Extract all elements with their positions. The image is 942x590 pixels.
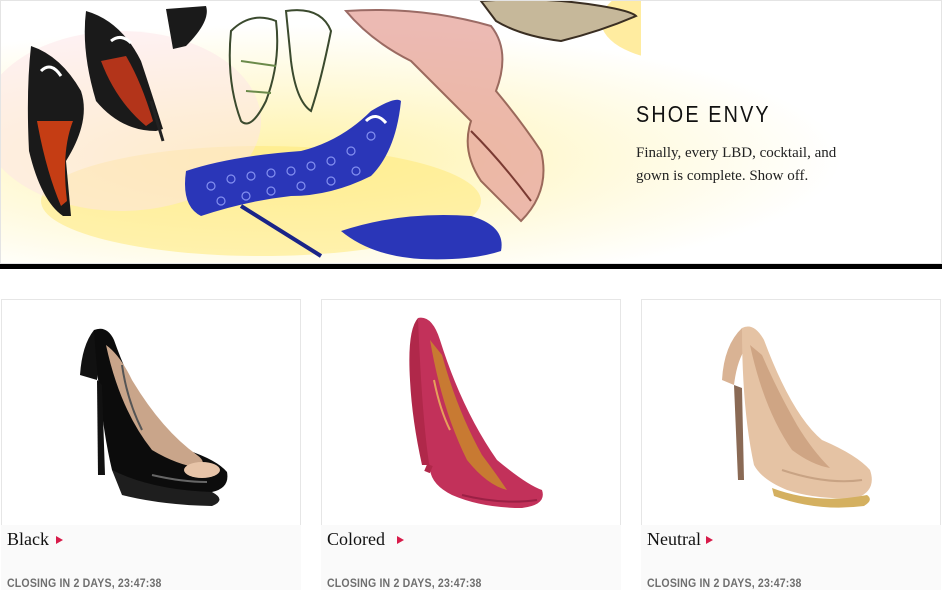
arrow-right-icon[interactable] — [397, 535, 404, 544]
shoe-illustration-image — [1, 1, 641, 260]
product-label-text[interactable]: Black — [7, 529, 49, 550]
hero-text-block: SHOE ENVY Finally, every LBD, cocktail, … — [636, 101, 916, 188]
product-label-neutral[interactable]: Neutral — [647, 529, 713, 550]
closing-countdown: CLOSING IN 2 DAYS, 23:47:38 — [647, 576, 802, 590]
product-image-black[interactable] — [1, 299, 301, 525]
product-card-colored[interactable]: Colored CLOSING IN 2 DAYS, 23:47:38 — [321, 299, 621, 590]
nude-platform-pump-image — [722, 326, 872, 508]
product-label-text[interactable]: Colored — [327, 529, 385, 550]
product-image-colored[interactable] — [321, 299, 621, 525]
hero-banner[interactable]: SHOE ENVY Finally, every LBD, cocktail, … — [0, 0, 942, 264]
product-card-neutral[interactable]: Neutral CLOSING IN 2 DAYS, 23:47:38 — [641, 299, 941, 590]
hero-tagline-line-2: gown is complete. Show off. — [636, 168, 809, 184]
product-image-neutral[interactable] — [641, 299, 941, 525]
arrow-right-icon[interactable] — [705, 535, 713, 544]
black-peep-toe-pump-image — [80, 328, 228, 506]
arrow-right-icon[interactable] — [56, 535, 63, 544]
section-divider — [0, 264, 942, 269]
red-suede-pump-image — [409, 317, 543, 508]
hero-title: SHOE ENVY — [636, 101, 771, 127]
closing-countdown: CLOSING IN 2 DAYS, 23:47:38 — [7, 576, 162, 590]
product-label-colored[interactable]: Colored — [327, 529, 404, 550]
product-label-black[interactable]: Black — [7, 529, 63, 550]
hero-tagline-line-1: Finally, every LBD, cocktail, and — [636, 145, 837, 161]
product-label-text[interactable]: Neutral — [647, 529, 701, 550]
hero-tagline: Finally, every LBD, cocktail, and gown i… — [636, 142, 916, 188]
product-card-black[interactable]: Black CLOSING IN 2 DAYS, 23:47:38 — [1, 299, 301, 590]
closing-countdown: CLOSING IN 2 DAYS, 23:47:38 — [327, 576, 482, 590]
